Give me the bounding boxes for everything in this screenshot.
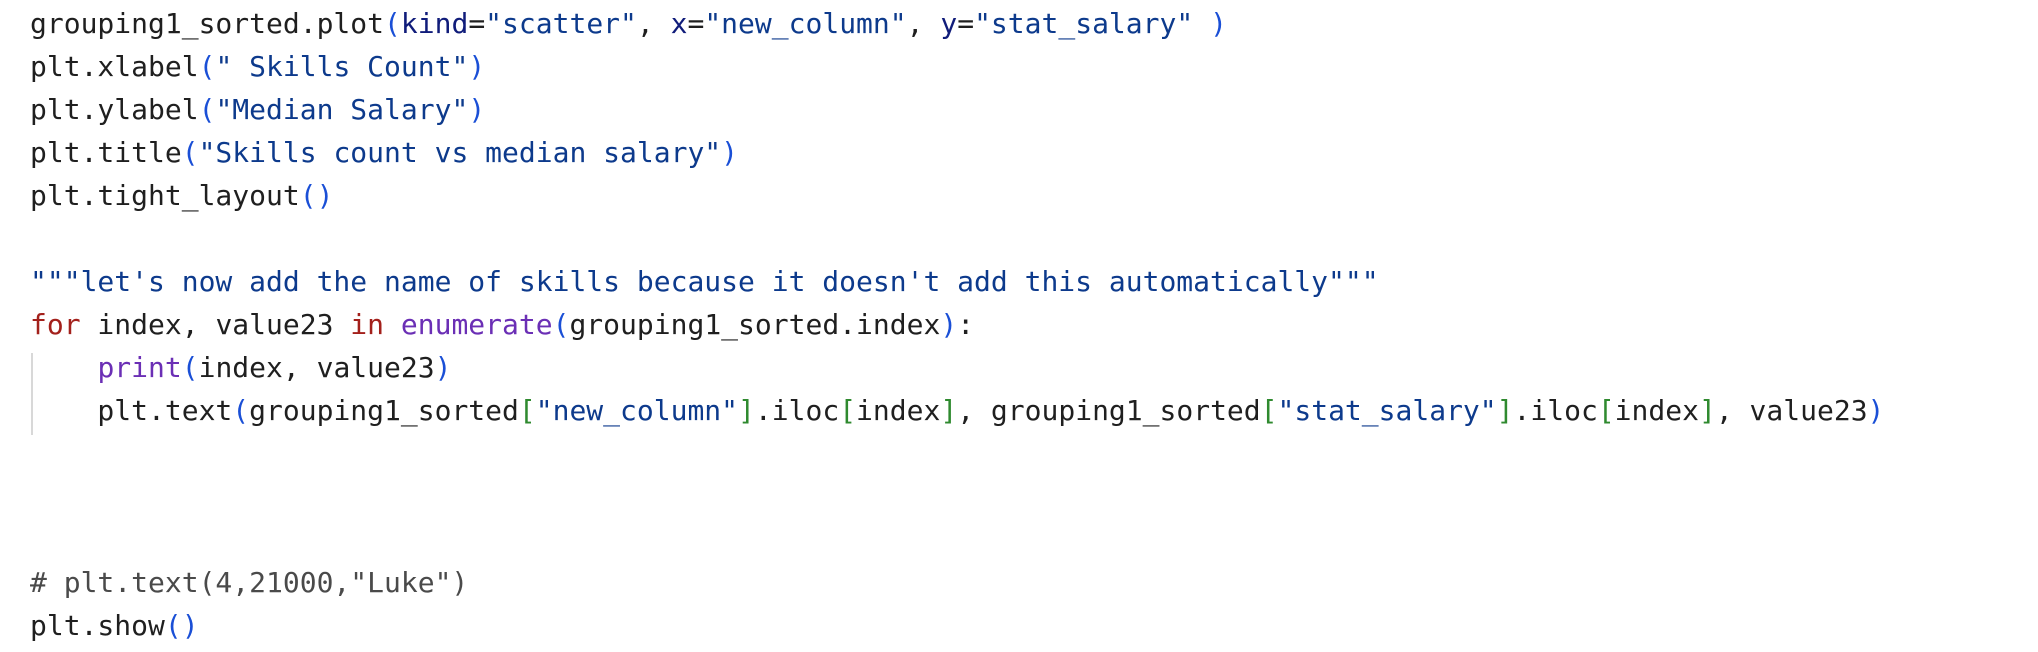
- code-token-default: grouping1_sorted.index: [569, 308, 941, 341]
- code-token-default: :: [957, 308, 975, 341]
- code-token-string: "new_column": [704, 7, 907, 40]
- code-token-paren: (: [198, 50, 216, 83]
- code-token-default: plt.ylabel: [30, 93, 199, 126]
- code-token-bracket: ]: [738, 394, 755, 427]
- code-token-string: " Skills Count": [215, 50, 469, 83]
- code-editor[interactable]: grouping1_sorted.plot(kind="scatter", x=…: [0, 0, 2038, 652]
- code-token-default: plt.show: [30, 609, 165, 642]
- code-token-default: plt.title: [30, 136, 182, 169]
- code-token-default: [30, 351, 97, 384]
- code-line[interactable]: grouping1_sorted.plot(kind="scatter", x=…: [30, 4, 1227, 44]
- code-token-param: x: [670, 7, 688, 40]
- code-token-default: grouping1_sorted: [249, 394, 519, 427]
- code-token-paren: ): [468, 50, 486, 83]
- code-token-default: .iloc: [1513, 394, 1598, 427]
- code-token-paren: ): [468, 93, 486, 126]
- code-line[interactable]: plt.text(grouping1_sorted["new_column"].…: [30, 391, 1884, 431]
- code-token-bracket: ]: [1698, 394, 1716, 427]
- code-token-default: index, value23: [198, 351, 435, 384]
- code-token-default: ,: [636, 7, 671, 40]
- code-token-paren: (: [198, 93, 216, 126]
- code-token-paren: (): [164, 609, 199, 642]
- code-token-builtin: print: [97, 351, 182, 384]
- code-token-string: "scatter": [485, 7, 637, 40]
- code-token-string: """let's now add the name of skills beca…: [30, 265, 1379, 298]
- code-token-paren: ): [721, 136, 739, 169]
- code-token-default: plt.text: [30, 394, 233, 427]
- code-token-builtin: enumerate: [400, 308, 553, 341]
- code-token-paren: (: [552, 308, 570, 341]
- code-token-default: ,: [906, 7, 941, 40]
- code-token-paren: (: [181, 351, 199, 384]
- code-token-param: kind: [400, 7, 469, 40]
- code-token-string: "Median Salary": [215, 93, 469, 126]
- code-token-paren: ): [434, 351, 452, 384]
- code-token-string: "stat_salary": [1277, 394, 1497, 427]
- code-token-string: "Skills count vs median salary": [198, 136, 722, 169]
- code-token-default: index: [1614, 394, 1699, 427]
- code-line[interactable]: plt.xlabel(" Skills Count"): [30, 47, 485, 87]
- code-token-default: .iloc: [754, 394, 840, 427]
- code-token-bracket: [: [518, 394, 536, 427]
- code-token-keyword: for: [30, 308, 81, 341]
- code-token-paren: (: [181, 136, 199, 169]
- code-token-default: [384, 308, 401, 341]
- code-token-default: , value23: [1715, 394, 1868, 427]
- code-token-op: =: [687, 7, 705, 40]
- code-token-paren: (): [299, 179, 334, 212]
- code-token-bracket: [: [1597, 394, 1615, 427]
- code-token-default: plt.tight_layout: [30, 179, 300, 212]
- code-line[interactable]: print(index, value23): [30, 348, 451, 388]
- code-token-string: "stat_salary": [974, 7, 1194, 40]
- code-token-paren: ): [940, 308, 958, 341]
- code-line[interactable]: plt.tight_layout(): [30, 176, 333, 216]
- code-token-paren: (: [384, 7, 401, 40]
- code-line[interactable]: """let's now add the name of skills beca…: [30, 262, 1379, 302]
- code-line[interactable]: plt.show(): [30, 606, 199, 646]
- code-token-default: index, value23: [80, 308, 351, 341]
- code-token-default: grouping1_sorted.plot: [30, 7, 385, 40]
- code-token-keyword: in: [350, 308, 385, 341]
- code-token-comment: # plt.text(4,21000,"Luke"): [30, 566, 469, 599]
- code-line[interactable]: plt.title("Skills count vs median salary…: [30, 133, 738, 173]
- code-line[interactable]: plt.ylabel("Median Salary"): [30, 90, 485, 130]
- code-line[interactable]: for index, value23 in enumerate(grouping…: [30, 305, 974, 345]
- code-token-default: index: [856, 394, 941, 427]
- code-token-default: plt.xlabel: [30, 50, 199, 83]
- code-token-bracket: [: [1260, 394, 1278, 427]
- code-token-bracket: ]: [940, 394, 958, 427]
- code-token-op: =: [957, 7, 975, 40]
- code-line[interactable]: # plt.text(4,21000,"Luke"): [30, 563, 468, 603]
- code-token-default: , grouping1_sorted: [957, 394, 1261, 427]
- code-token-string: "new_column": [535, 394, 739, 427]
- code-token-paren: ): [1867, 394, 1885, 427]
- code-token-op: =: [468, 7, 486, 40]
- code-token-paren: ): [1193, 7, 1227, 40]
- code-token-bracket: [: [839, 394, 857, 427]
- code-token-bracket: ]: [1496, 394, 1514, 427]
- code-token-paren: (: [232, 394, 250, 427]
- code-token-param: y: [940, 7, 958, 40]
